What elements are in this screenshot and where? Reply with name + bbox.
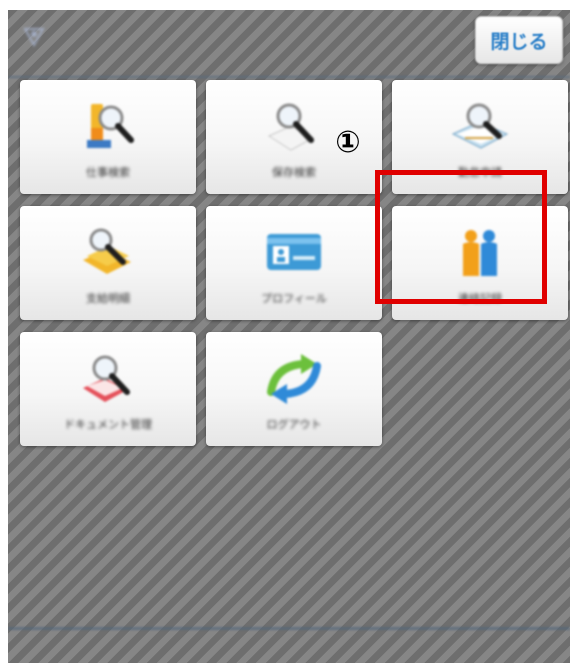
logout-arrows-icon	[267, 354, 321, 404]
close-button[interactable]: 閉じる	[475, 16, 563, 64]
menu-tile-document-management[interactable]: ドキュメント管理	[20, 332, 196, 446]
search-book-icon	[451, 103, 509, 149]
top-bar: 閉じる	[8, 10, 570, 72]
footer-divider	[8, 627, 570, 630]
menu-tile-label: 仕事検索	[86, 166, 130, 179]
menu-tile-profile[interactable]: プロフィール	[206, 206, 382, 320]
menu-overlay: 閉じる 仕事検索 保存検索 勤怠申請 支給明細 プロフィール 連絡記録 ドキュメ…	[8, 10, 570, 663]
menu-tile-label: 連絡記録	[458, 292, 502, 305]
menu-tile-payslip[interactable]: 支給明細	[20, 206, 196, 320]
menu-tile-attendance[interactable]: 勤怠申請	[392, 80, 568, 194]
screen-edge	[570, 10, 577, 663]
profile-card-icon	[267, 234, 321, 270]
step-marker: ①	[335, 125, 361, 160]
search-money-icon	[83, 228, 131, 274]
menu-tile-label: 保存検索	[272, 166, 316, 179]
menu-tile-label: プロフィール	[261, 292, 327, 305]
menu-tile-label: ドキュメント管理	[64, 418, 152, 431]
search-paper-icon	[267, 103, 315, 151]
menu-tile-contact-record[interactable]: 連絡記録	[392, 206, 568, 320]
people-icon	[463, 230, 497, 276]
app-logo-icon	[23, 28, 45, 48]
menu-tile-job-search[interactable]: 仕事検索	[20, 80, 196, 194]
search-document-red-icon	[83, 355, 130, 402]
search-document-icon	[87, 104, 134, 148]
menu-tile-logout[interactable]: ログアウト	[206, 332, 382, 446]
menu-tile-label: 勤怠申請	[458, 166, 502, 179]
menu-tile-label: ログアウト	[266, 418, 322, 431]
header-divider	[8, 76, 570, 78]
menu-tile-label: 支給明細	[86, 292, 130, 305]
